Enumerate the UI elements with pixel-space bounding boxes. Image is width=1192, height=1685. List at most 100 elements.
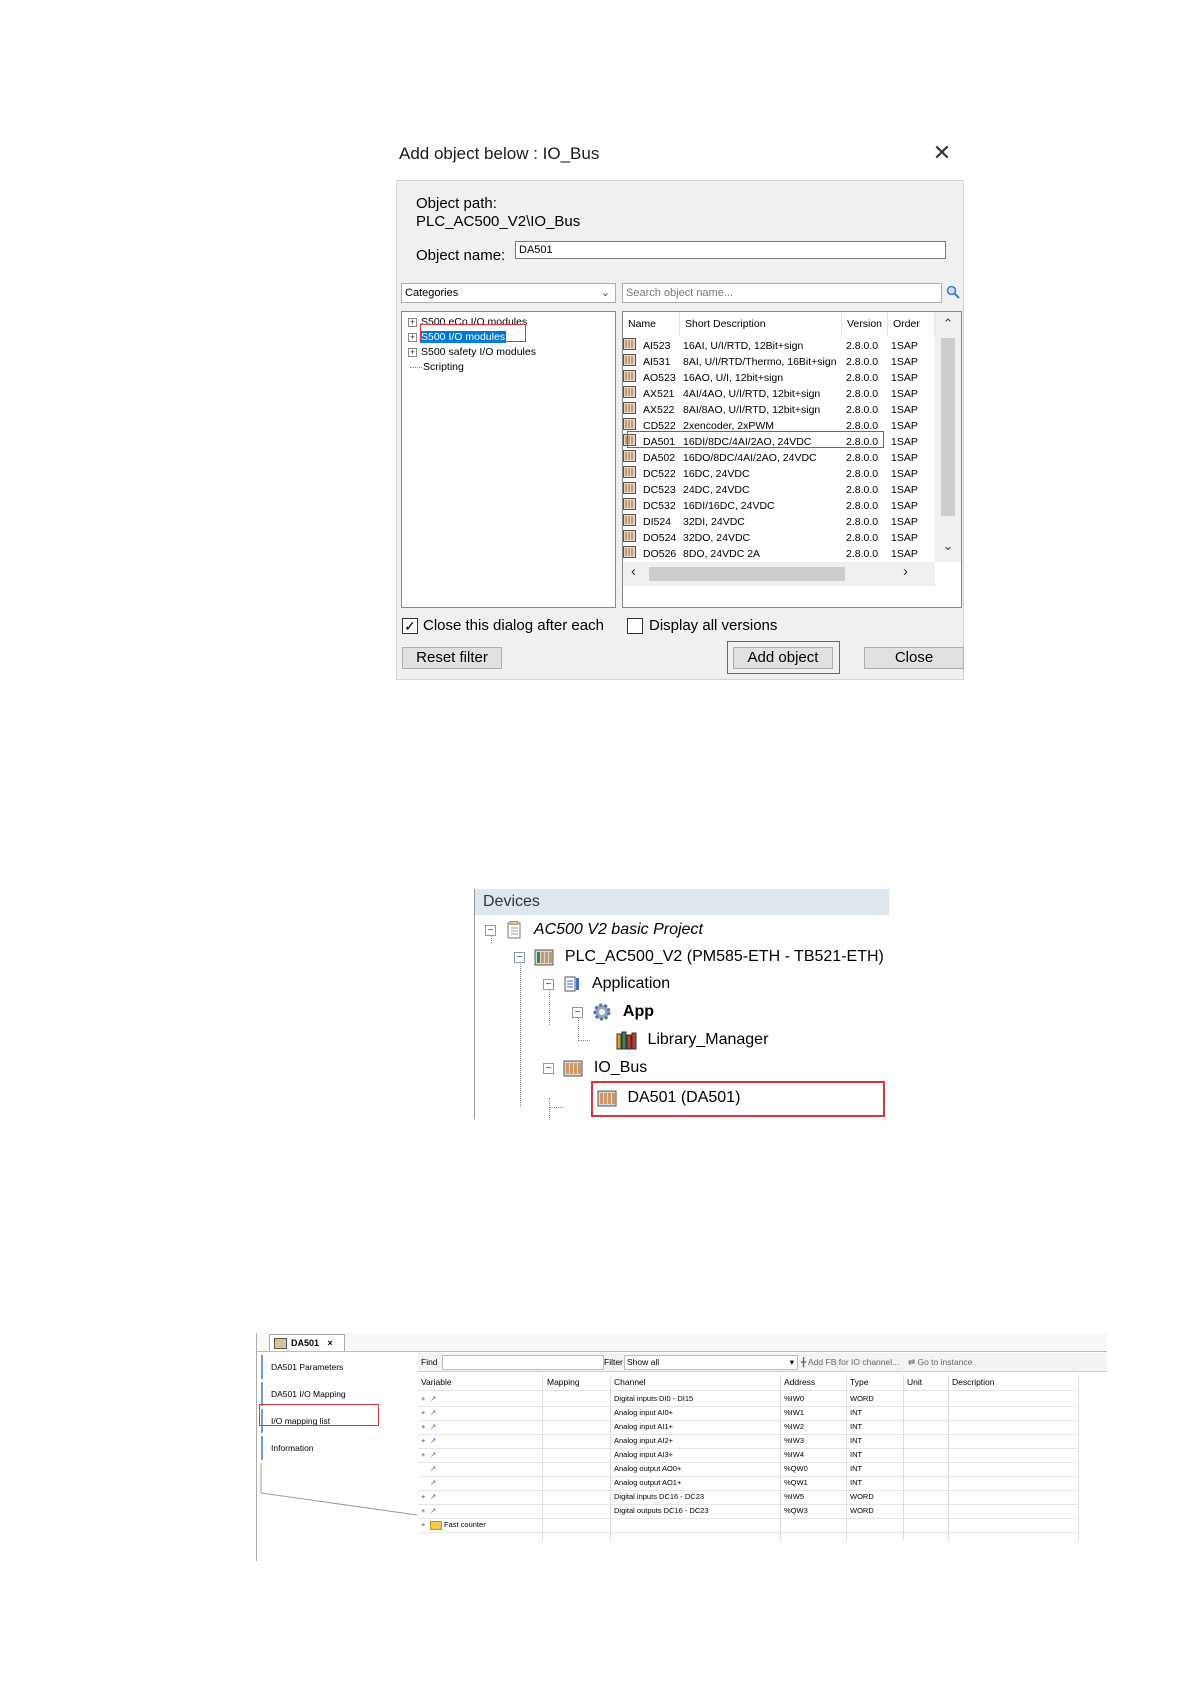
close-after-checkbox[interactable]: ✓: [402, 618, 418, 634]
goto-instance-button[interactable]: ⇄ Go to instance: [908, 1353, 972, 1371]
categories-select[interactable]: Categories ⌄: [401, 283, 616, 303]
checkmark-icon: ✓: [404, 618, 416, 634]
chevron-down-icon[interactable]: ⌄: [935, 538, 961, 554]
vertical-scrollbar[interactable]: ⌃ ⌄: [935, 312, 961, 562]
col-header-variable[interactable]: Variable: [421, 1375, 452, 1390]
collapse-icon[interactable]: −: [514, 951, 525, 963]
io-channel-icon: ↗: [430, 1506, 437, 1515]
io-channel-icon: ↗: [430, 1492, 437, 1501]
col-header-description[interactable]: Description: [952, 1375, 995, 1390]
close-button[interactable]: Close: [864, 647, 964, 669]
list-item[interactable]: DI524 32DI, 24VDC 2.8.0.0 1SAP: [623, 514, 935, 530]
display-all-checkbox[interactable]: [627, 618, 643, 634]
reset-filter-button[interactable]: Reset filter: [402, 647, 502, 669]
col-header-description[interactable]: Short Description: [680, 312, 842, 336]
plc-icon: [534, 949, 554, 966]
object-name-input[interactable]: DA501: [515, 241, 946, 259]
list-item[interactable]: AX522 8AI/8AO, U/I/RTD, 12bit+sign 2.8.0.0…: [623, 402, 935, 418]
list-item[interactable]: AI523 16AI, U/I/RTD, 12Bit+sign 2.8.0.0 1SA…: [623, 338, 935, 354]
io-channel-icon: ↗: [430, 1464, 437, 1473]
folder-icon: [430, 1521, 442, 1530]
tab-io-mapping[interactable]: DA501 I/O Mapping: [261, 1382, 407, 1406]
scroll-thumb[interactable]: [941, 338, 955, 516]
table-row-folder[interactable]: + Fast counter: [418, 1517, 1078, 1533]
col-header-mapping[interactable]: Mapping: [547, 1375, 580, 1390]
module-icon: [623, 450, 636, 462]
list-item[interactable]: DC532 16DI/16DC, 24VDC 2.8.0.0 1SAP: [623, 498, 935, 514]
add-object-dialog: Add object below : IO_Bus ✕ Object path:…: [396, 136, 964, 680]
io-channel-icon: ↗: [430, 1436, 437, 1445]
chevron-down-icon: ⌄: [600, 287, 610, 299]
categories-value: Categories: [405, 287, 459, 299]
list-item[interactable]: AX521 4AI/4AO, U/I/RTD, 12bit+sign 2.8.0.0…: [623, 386, 935, 402]
list-item[interactable]: DC522 16DC, 24VDC 2.8.0.0 1SAP: [623, 466, 935, 482]
search-icon[interactable]: [946, 285, 960, 299]
tab-parameters[interactable]: DA501 Parameters: [261, 1355, 407, 1379]
search-input[interactable]: Search object name...: [622, 283, 942, 303]
expand-icon[interactable]: +: [408, 347, 417, 357]
list-item[interactable]: DO526 8DO, 24VDC 2A 2.8.0.0 1SAP: [623, 546, 935, 562]
find-label: Find: [421, 1357, 438, 1367]
list-item[interactable]: DO524 32DO, 24VDC 2.8.0.0 1SAP: [623, 530, 935, 546]
chevron-right-icon[interactable]: ›: [903, 563, 908, 580]
col-header-channel[interactable]: Channel: [614, 1375, 646, 1390]
filter-select[interactable]: Show all ▾: [624, 1355, 798, 1370]
expand-icon[interactable]: +: [408, 317, 417, 327]
col-header-unit[interactable]: Unit: [907, 1375, 922, 1390]
list-item[interactable]: AO523 16AO, U/I, 12bit+sign 2.8.0.0 1SAP: [623, 370, 935, 386]
editor-tab-da501[interactable]: DA501 ×: [269, 1334, 345, 1351]
expand-icon[interactable]: +: [421, 1419, 425, 1434]
module-icon: [623, 498, 636, 510]
collapse-icon[interactable]: −: [543, 1062, 554, 1074]
chevron-left-icon[interactable]: ‹: [631, 563, 636, 580]
add-fb-button[interactable]: ╋ Add FB for IO channel...: [801, 1353, 899, 1371]
collapse-icon[interactable]: −: [543, 978, 554, 990]
collapse-icon[interactable]: −: [572, 1006, 583, 1018]
col-header-type[interactable]: Type: [850, 1375, 868, 1390]
tree-node-project[interactable]: − AC500 V2 basic Project: [485, 917, 703, 943]
expand-icon[interactable]: +: [421, 1433, 425, 1448]
tree-node-io-bus[interactable]: − IO_Bus: [543, 1055, 647, 1081]
list-item[interactable]: DC523 24DC, 24VDC 2.8.0.0 1SAP: [623, 482, 935, 498]
add-object-button[interactable]: Add object: [733, 647, 833, 669]
col-header-address[interactable]: Address: [784, 1375, 815, 1390]
tree-item-s500-safety[interactable]: + S500 safety I/O modules: [408, 344, 537, 360]
horizontal-scrollbar[interactable]: ‹ ›: [623, 562, 935, 586]
tab-information[interactable]: Information: [261, 1436, 407, 1460]
expand-icon[interactable]: +: [421, 1503, 425, 1518]
tree-node-application[interactable]: − Application: [543, 971, 670, 997]
col-header-name[interactable]: Name: [623, 312, 680, 336]
editor-side-tabs: DA501 Parameters DA501 I/O Mapping I/O m…: [257, 1355, 417, 1561]
project-icon: [507, 921, 521, 939]
col-header-version[interactable]: Version: [842, 312, 888, 336]
list-item[interactable]: DA502 16DO/8DC/4AI/2AO, 24VDC 2.8.0.0 1SAP: [623, 450, 935, 466]
filter-label: Filter: [604, 1357, 623, 1367]
expand-icon[interactable]: +: [421, 1489, 425, 1504]
expand-icon[interactable]: +: [421, 1517, 425, 1532]
gear-icon: [593, 1003, 611, 1021]
tree-item-scripting[interactable]: Scripting: [408, 359, 465, 375]
devices-header: Devices: [475, 889, 889, 915]
col-header-order[interactable]: Order: [888, 312, 935, 336]
chevron-up-icon[interactable]: ⌃: [935, 316, 961, 332]
module-icon: [623, 546, 636, 558]
collapse-icon[interactable]: −: [485, 924, 496, 936]
expand-icon[interactable]: +: [421, 1391, 425, 1406]
module-icon: [274, 1338, 287, 1350]
expand-icon[interactable]: +: [421, 1405, 425, 1420]
expand-icon[interactable]: +: [421, 1447, 425, 1462]
tree-node-plc[interactable]: − PLC_AC500_V2 (PM585-ETH - TB521-ETH): [514, 944, 884, 970]
tree-node-library-manager[interactable]: Library_Manager: [615, 1027, 768, 1053]
dialog-title: Add object below : IO_Bus: [399, 144, 600, 163]
tree-node-app[interactable]: − App: [572, 999, 654, 1025]
io-channel-icon: ↗: [430, 1408, 437, 1417]
tab-fold-decoration: [260, 1463, 417, 1516]
expand-icon[interactable]: +: [408, 332, 417, 342]
close-icon[interactable]: ✕: [930, 142, 954, 166]
find-input[interactable]: [442, 1355, 604, 1370]
dialog-body: Object path: PLC_AC500_V2\IO_Bus Object …: [396, 180, 964, 680]
list-item[interactable]: AI531 8AI, U/I/RTD/Thermo, 16Bit+sign 2.8.…: [623, 354, 935, 370]
close-icon[interactable]: ×: [328, 1338, 333, 1348]
scroll-thumb[interactable]: [649, 567, 845, 581]
module-icon: [623, 338, 636, 350]
